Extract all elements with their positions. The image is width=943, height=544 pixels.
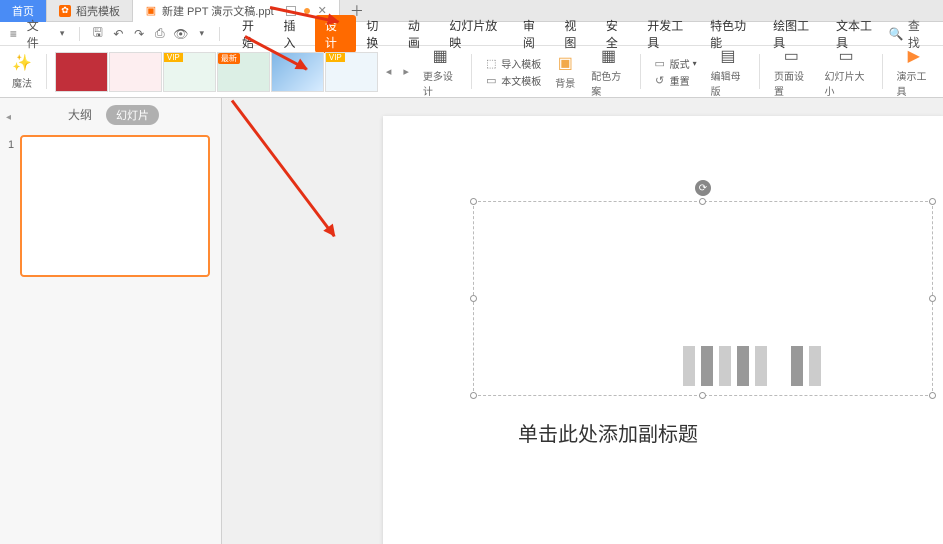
theme-item[interactable]: 最新 [217, 52, 270, 92]
resize-handle[interactable] [699, 198, 706, 205]
print-preview-icon[interactable]: 👁 [173, 26, 188, 42]
slides-tab[interactable]: 幻灯片 [106, 105, 159, 125]
present-tools-button[interactable]: ▶演示工具 [891, 50, 938, 93]
this-template-button[interactable]: ▭本文模板 [484, 73, 541, 88]
design-ribbon: ✨ 魔法 VIP 最新 VIP ◂ ▸ ▦ 更多设计 ⬚导入模板 ▭本文模板 ▣… [0, 46, 943, 98]
rotate-handle[interactable]: ⟳ [695, 180, 711, 196]
size-icon: ▭ [836, 46, 856, 66]
outline-tab[interactable]: 大纲 [62, 104, 98, 125]
slide-number: 1 [8, 139, 14, 151]
redo-icon[interactable]: ↷ [132, 26, 147, 42]
undo-icon[interactable]: ↶ [111, 26, 126, 42]
page-setup-button[interactable]: ▭页面设置 [768, 50, 815, 93]
resize-handle[interactable] [470, 392, 477, 399]
vip-badge: VIP [164, 53, 183, 62]
master-icon: ▤ [718, 46, 738, 66]
theme-item[interactable] [109, 52, 162, 92]
theme-item[interactable] [55, 52, 108, 92]
chevron-down-icon[interactable]: ▾ [55, 26, 70, 42]
background-icon: ▣ [555, 53, 575, 73]
import-icon: ⬚ [484, 56, 498, 70]
menu-bar: ≡ 文件 ▾ 🖫 ↶ ↷ ⎙ 👁 ▾ 开始 插入 设计 切换 动画 幻灯片放映 … [0, 22, 943, 46]
quick-access: ≡ 文件 ▾ 🖫 ↶ ↷ ⎙ 👁 ▾ [6, 17, 224, 51]
magic-button[interactable]: ✨ 魔法 [6, 50, 38, 93]
page-setup-icon: ▭ [781, 46, 801, 66]
theme-gallery: VIP 最新 VIP [55, 50, 378, 94]
resize-handle[interactable] [470, 295, 477, 302]
canvas-area[interactable]: ⟳ 单击此处添加副标题 [222, 98, 943, 544]
theme-item[interactable]: VIP [163, 52, 216, 92]
docer-icon: ✿ [59, 5, 71, 17]
resize-handle[interactable] [470, 198, 477, 205]
search-icon: 🔍 [889, 27, 904, 41]
palette-icon: ▦ [599, 46, 619, 66]
gallery-next[interactable]: ▸ [399, 50, 413, 93]
tab-devtools[interactable]: 开发工具 [637, 14, 700, 54]
layout-button[interactable]: ▭版式▾ [653, 56, 697, 71]
resize-handle[interactable] [699, 392, 706, 399]
wand-icon: ✨ [12, 53, 32, 73]
tab-review[interactable]: 审阅 [513, 14, 554, 54]
chevron-down-icon[interactable]: ▾ [194, 26, 209, 42]
save-icon[interactable]: 🖫 [90, 26, 105, 42]
menu-hamburger-icon[interactable]: ≡ [6, 26, 21, 42]
background-button[interactable]: ▣背景 [549, 50, 581, 93]
color-scheme-button[interactable]: ▦配色方案 [585, 50, 632, 93]
tab-transition[interactable]: 切换 [356, 14, 397, 54]
gallery-prev[interactable]: ◂ [382, 50, 396, 93]
print-icon[interactable]: ⎙ [153, 26, 168, 42]
reset-button[interactable]: ↺重置 [653, 73, 697, 88]
more-design-label: 更多设计 [423, 68, 458, 98]
subtitle-placeholder[interactable]: 单击此处添加副标题 [518, 418, 698, 447]
file-menu[interactable]: 文件 [27, 17, 49, 51]
play-icon: ▶ [904, 46, 924, 66]
resize-handle[interactable] [929, 198, 936, 205]
tab-insert[interactable]: 插入 [273, 14, 314, 54]
template-icon: ▭ [484, 73, 498, 87]
slide-canvas[interactable]: ⟳ 单击此处添加副标题 [383, 116, 943, 544]
magic-label: 魔法 [12, 75, 32, 90]
theme-item[interactable] [271, 52, 324, 92]
redacted-title [683, 346, 823, 386]
grid-icon: ▦ [430, 46, 450, 66]
theme-item[interactable]: VIP [325, 52, 378, 92]
resize-handle[interactable] [929, 392, 936, 399]
more-design-button[interactable]: ▦ 更多设计 [417, 50, 464, 93]
slide-size-button[interactable]: ▭幻灯片大小 [819, 50, 874, 93]
ppt-icon: ▣ [145, 5, 157, 17]
layout-icon: ▭ [653, 56, 667, 70]
vip-badge: VIP [326, 53, 345, 62]
collapse-caret-icon[interactable]: ◂ [6, 112, 11, 123]
resize-handle[interactable] [929, 295, 936, 302]
edit-master-button[interactable]: ▤编辑母版 [705, 50, 752, 93]
slide-panel: ◂ 大纲 幻灯片 1 [0, 98, 222, 544]
reset-icon: ↺ [653, 73, 667, 87]
import-template-button[interactable]: ⬚导入模板 [484, 56, 541, 71]
tab-slideshow[interactable]: 幻灯片放映 [439, 14, 513, 54]
tab-view[interactable]: 视图 [554, 14, 595, 54]
new-badge: 最新 [218, 53, 240, 64]
slide-thumbnail[interactable] [20, 135, 210, 277]
body-area: ◂ 大纲 幻灯片 1 ⟳ [0, 98, 943, 544]
